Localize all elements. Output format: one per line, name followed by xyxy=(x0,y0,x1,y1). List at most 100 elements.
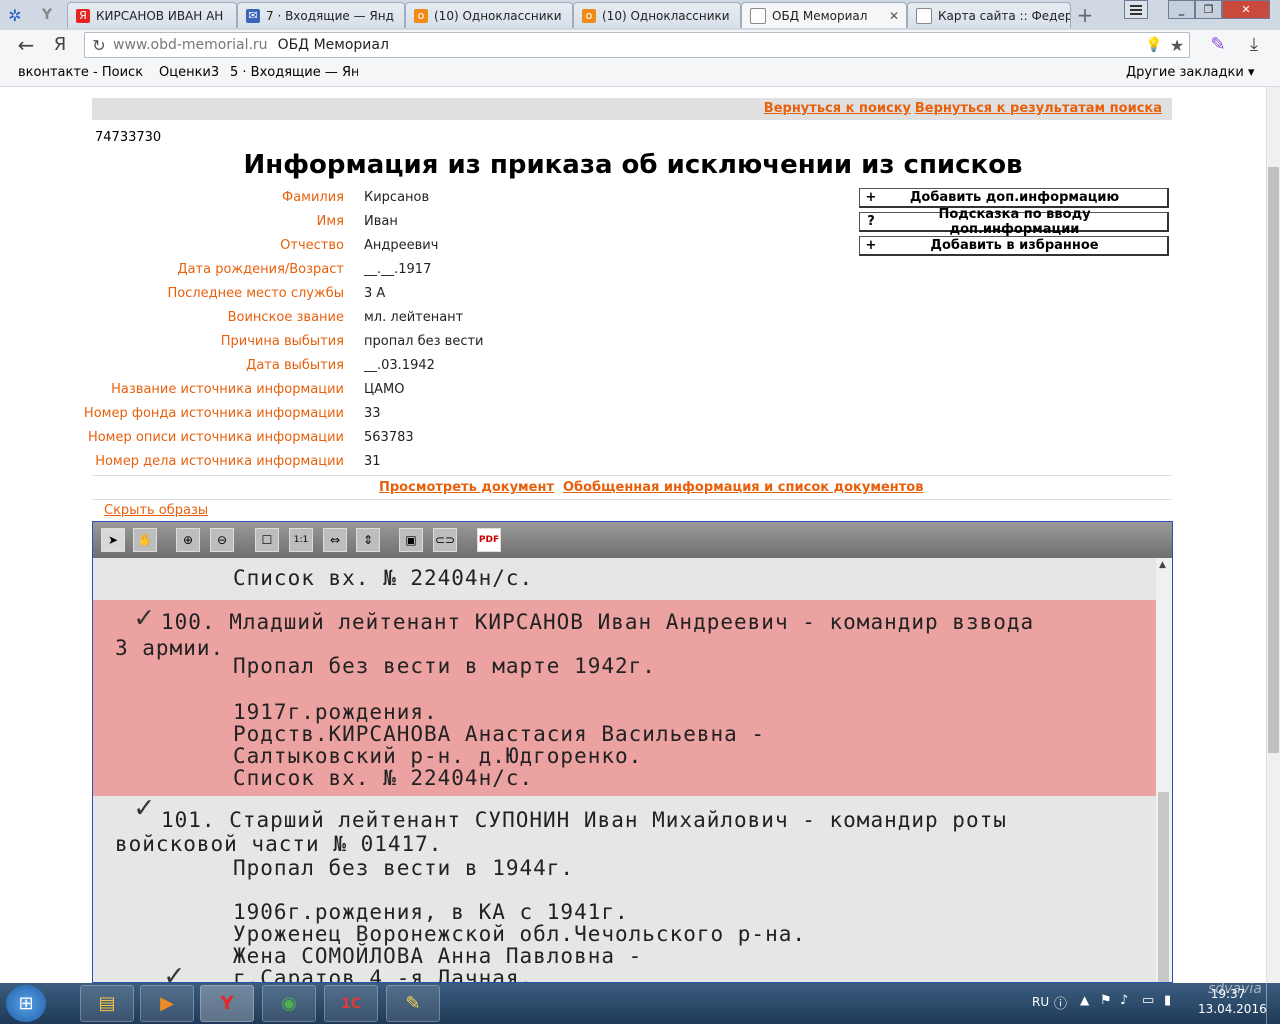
ok-icon: о xyxy=(414,8,428,23)
show-hidden-icons[interactable]: ▲ xyxy=(1080,993,1089,1007)
document-viewer: ➤ ✋ ⊕ ⊖ ☐ 1:1 ⇔ ⇕ ▣ ⊂⊃ PDF Список вх. № … xyxy=(92,521,1173,983)
new-tab-icon[interactable]: + xyxy=(1074,4,1096,26)
lightbulb-icon[interactable]: 💡 xyxy=(1143,37,1165,53)
doc-line: Пропал без вести в 1944г. xyxy=(233,856,575,880)
other-bookmarks[interactable]: Другие закладки ▾ xyxy=(1126,65,1254,80)
language-indicator[interactable]: RU xyxy=(1032,995,1049,1009)
viewer-scrollbar[interactable]: ▲ xyxy=(1156,558,1172,982)
watermark: sdvavia xyxy=(1208,981,1262,997)
field-value: 31 xyxy=(364,454,381,469)
input-hint-button[interactable]: ? Подсказка по вводу доп.информации xyxy=(859,207,1169,237)
bookmark-ocenki[interactable]: Оценки3 xyxy=(159,65,219,80)
media-player-icon[interactable]: ▶ xyxy=(140,985,194,1022)
fit-page-icon[interactable]: ☐ xyxy=(255,528,279,552)
hide-images-link[interactable]: Скрыть образы xyxy=(104,503,208,518)
doc-line: 100. Младший лейтенант КИРСАНОВ Иван Анд… xyxy=(161,610,1035,634)
close-tab-icon[interactable]: ✕ xyxy=(886,9,902,23)
bookmark-inbox[interactable]: 5 · Входящие — Янд xyxy=(230,65,358,80)
doc-line: 101. Старший лейтенант СУПОНИН Иван Миха… xyxy=(161,808,1007,832)
checkmark-icon: ✓ xyxy=(135,790,154,825)
download-icon[interactable]: ⤓ xyxy=(1242,34,1266,56)
tab-site-map[interactable]: Карта сайта :: Федер xyxy=(907,2,1071,28)
tab-kirsanov[interactable]: Я КИРСАНОВ ИВАН АН xyxy=(67,2,237,28)
field-label: Фамилия xyxy=(282,190,344,205)
pdf-icon[interactable]: PDF xyxy=(477,528,501,552)
volume-icon[interactable]: ♪ xyxy=(1120,993,1128,1008)
display-icon[interactable]: ▭ xyxy=(1142,993,1154,1008)
page-icon xyxy=(916,7,932,24)
question-icon: ? xyxy=(867,214,875,229)
tab-odnoklassniki-1[interactable]: о (10) Одноклассники xyxy=(405,2,573,28)
network-icon[interactable]: ⚑ xyxy=(1100,993,1112,1008)
field-value: ЦАМО xyxy=(364,382,405,397)
field-label: Последнее место службы xyxy=(167,286,344,301)
paint-icon[interactable]: ✎ xyxy=(386,985,440,1022)
field-value: __.03.1942 xyxy=(364,358,435,373)
document-scan-image: Список вх. № 22404н/с. ✓ 100. Младший ле… xyxy=(93,558,1156,983)
menu-icon[interactable] xyxy=(1124,0,1148,19)
link-icon[interactable]: ⊂⊃ xyxy=(433,528,457,552)
zoom-out-icon[interactable]: ⊖ xyxy=(210,528,234,552)
page-scrollbar-thumb[interactable] xyxy=(1268,167,1279,753)
yandex-logo-icon[interactable]: Я xyxy=(50,34,70,56)
fit-height-icon[interactable]: ⇕ xyxy=(356,528,380,552)
feather-icon[interactable]: ✎ xyxy=(1206,34,1230,56)
field-label: Отчество xyxy=(280,238,344,253)
doc-line: Жена СОМОЙЛОВА Анна Павловна - xyxy=(233,944,643,968)
zoom-in-icon[interactable]: ⊕ xyxy=(176,528,200,552)
plus-icon: + xyxy=(865,238,877,253)
doc-line: Список вх. № 22404н/с. xyxy=(233,566,534,590)
back-to-results-link[interactable]: Вернуться к результатам поиска xyxy=(915,101,1162,116)
reload-icon[interactable]: ↻ xyxy=(85,36,113,55)
1c-icon[interactable]: 1С xyxy=(324,985,378,1022)
actual-size-icon[interactable]: 1:1 xyxy=(289,528,313,552)
doc-line: 3 армии. xyxy=(115,636,225,660)
tab-obd-memorial[interactable]: ОБД Мемориал ✕ xyxy=(741,2,907,28)
signal-icon[interactable]: ▮ xyxy=(1164,993,1171,1008)
chrome-icon[interactable]: ◉ xyxy=(262,985,316,1022)
hand-pan-icon[interactable]: ✋ xyxy=(133,528,157,552)
tab-inbox[interactable]: ✉ 7 · Входящие — Янд xyxy=(237,2,405,28)
select-cursor-icon[interactable]: ➤ xyxy=(101,528,125,552)
add-favorite-button[interactable]: + Добавить в избранное xyxy=(859,236,1169,256)
windows-start-icon[interactable]: ⊞ xyxy=(6,985,46,1022)
doc-line: 1906г.рождения, в КА с 1941г. xyxy=(233,900,629,924)
bookmark-vkontakte[interactable]: вконтакте - Поиск е xyxy=(18,65,148,80)
doc-line: 1917г.рождения. xyxy=(233,700,438,724)
save-icon[interactable]: ▣ xyxy=(399,528,423,552)
mail-icon: ✉ xyxy=(246,8,260,23)
add-info-button[interactable]: + Добавить доп.информацию xyxy=(859,188,1169,208)
yandex-home-icon[interactable]: Y xyxy=(36,5,58,25)
field-label: Номер описи источника информации xyxy=(87,430,344,445)
field-label: Название источника информации xyxy=(111,382,344,397)
address-host: www.obd-memorial.ru xyxy=(113,37,268,53)
address-bar[interactable]: ↻ www.obd-memorial.ru ОБД Мемориал 💡 ★ xyxy=(84,32,1190,58)
view-document-link[interactable]: Просмотреть документ xyxy=(379,480,554,495)
close-window-button[interactable]: ✕ xyxy=(1222,0,1270,19)
page-scrollbar[interactable] xyxy=(1266,87,1280,983)
other-bookmarks-label: Другие закладки xyxy=(1126,65,1244,80)
viewer-toolbar: ➤ ✋ ⊕ ⊖ ☐ 1:1 ⇔ ⇕ ▣ ⊂⊃ PDF xyxy=(93,522,1172,558)
page-icon xyxy=(750,7,766,24)
doc-line: войсковой части № 01417. xyxy=(115,832,443,856)
back-arrow-icon[interactable]: ← xyxy=(14,34,38,56)
back-to-search-link[interactable]: Вернуться к поиску xyxy=(764,101,911,116)
divider xyxy=(92,499,1172,500)
star-icon[interactable]: ★ xyxy=(1165,36,1189,55)
navigation-bar: ← Я ↻ www.obd-memorial.ru ОБД Мемориал 💡… xyxy=(0,30,1280,60)
tab-odnoklassniki-2[interactable]: о (10) Одноклассники xyxy=(573,2,741,28)
show-desktop-button[interactable] xyxy=(1266,983,1280,1024)
snowflake-icon[interactable]: ✲ xyxy=(4,5,26,25)
viewer-scrollbar-thumb[interactable] xyxy=(1158,792,1169,982)
browser-tab-strip: ✲ Y Я КИРСАНОВ ИВАН АН ✉ 7 · Входящие — … xyxy=(0,0,1280,31)
fit-width-icon[interactable]: ⇔ xyxy=(323,528,347,552)
help-icon[interactable]: ⓘ xyxy=(1054,993,1067,1012)
checkmark-icon: ✓ xyxy=(165,958,184,983)
clock-date: 13.04.2016 xyxy=(1198,1002,1267,1016)
summary-link[interactable]: Обобщенная информация и список документо… xyxy=(563,480,923,495)
explorer-icon[interactable]: ▤ xyxy=(80,985,134,1022)
yandex-browser-icon[interactable]: Y xyxy=(200,985,254,1022)
minimize-button[interactable]: _ xyxy=(1168,0,1195,19)
scroll-up-icon[interactable]: ▲ xyxy=(1159,560,1166,570)
restore-button[interactable]: ❐ xyxy=(1195,0,1222,19)
